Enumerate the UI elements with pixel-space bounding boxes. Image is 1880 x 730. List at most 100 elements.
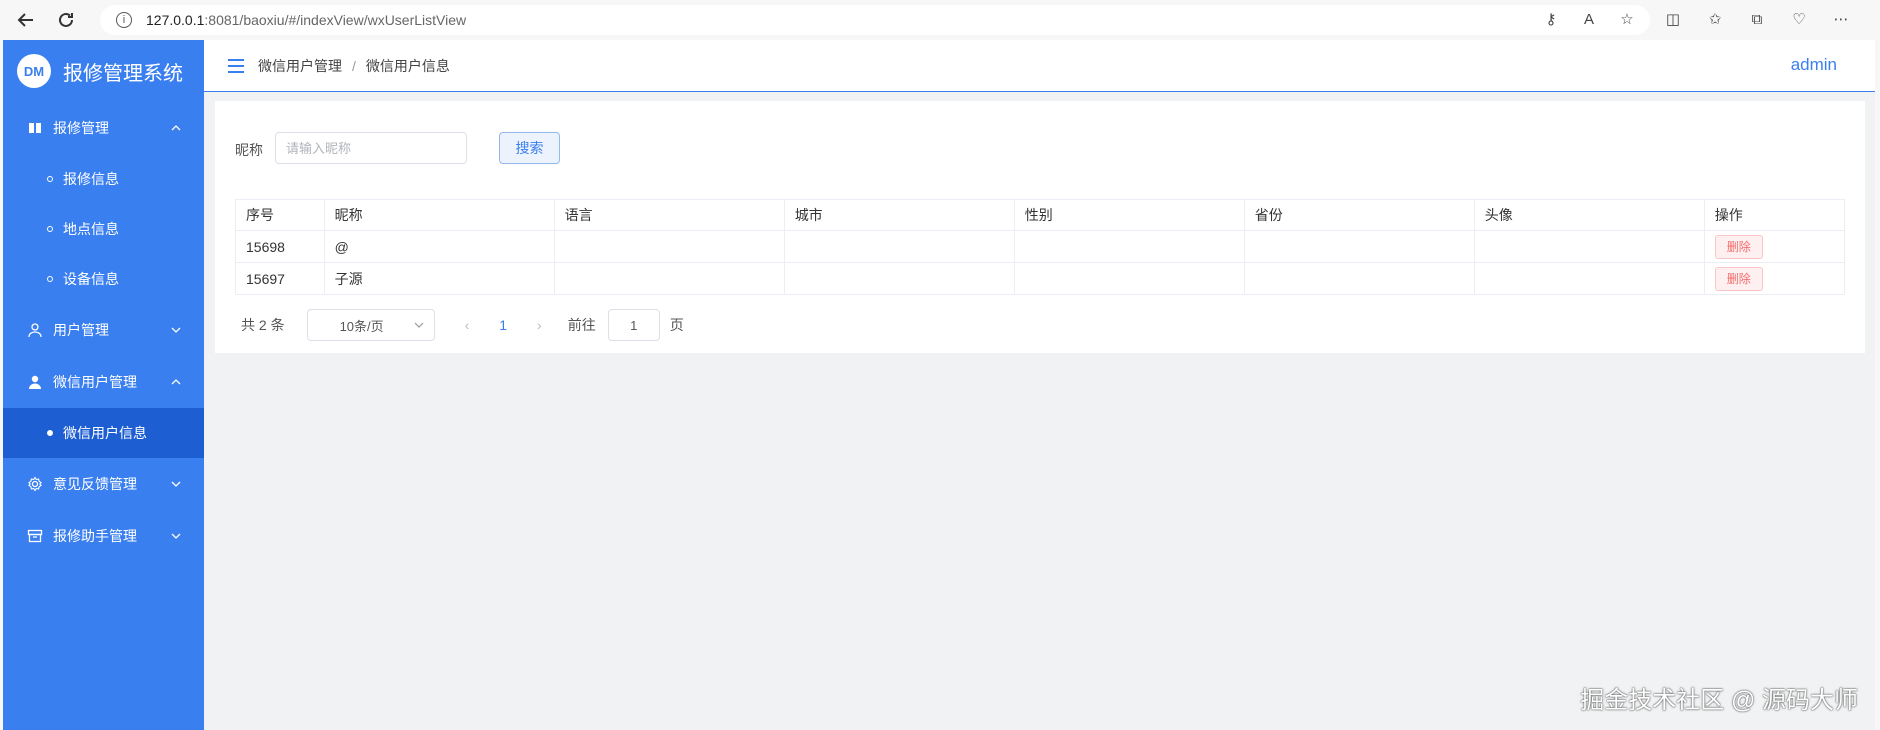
- dot-icon: [47, 226, 53, 232]
- hamburger-icon[interactable]: [228, 58, 244, 73]
- sidebar: DM 报修管理系统 报修管理 报修信息 地点信息 设备信息 用户管理 微信用户管…: [3, 40, 204, 730]
- column-header: 头像: [1473, 199, 1705, 231]
- table-row: 15698 @ 删除: [235, 230, 1846, 263]
- sidebar-item-label: 报修信息: [63, 171, 119, 187]
- chevron-down-icon: [171, 533, 181, 539]
- next-page-button[interactable]: ›: [537, 317, 542, 333]
- column-header: 操作: [1703, 199, 1846, 231]
- nickname-search-input[interactable]: [275, 132, 467, 164]
- app-title: 报修管理系统: [63, 62, 183, 85]
- refresh-button[interactable]: [52, 6, 80, 34]
- cell-avatar: [1473, 230, 1705, 263]
- goto-label: 前往: [567, 317, 596, 333]
- key-icon[interactable]: ⚷: [1542, 11, 1560, 29]
- cell-id: 15698: [235, 230, 325, 263]
- cell-action: 删除: [1703, 230, 1846, 263]
- box-icon: [27, 528, 43, 544]
- read-aloud-icon[interactable]: A: [1580, 11, 1598, 29]
- extension-icon[interactable]: ♡: [1790, 11, 1808, 29]
- logo-badge: DM: [17, 54, 51, 88]
- cell-city: [783, 230, 1015, 263]
- sidebar-item-label: 设备信息: [63, 271, 119, 287]
- column-header: 性别: [1013, 199, 1245, 231]
- menu-wechat-user-management[interactable]: 微信用户管理: [3, 356, 204, 408]
- delete-button[interactable]: 删除: [1714, 266, 1763, 291]
- search-label: 昵称: [235, 142, 263, 158]
- menu-feedback-management[interactable]: 意见反馈管理: [3, 458, 204, 510]
- arrow-left-icon: [17, 13, 33, 27]
- cell-avatar: [1473, 262, 1705, 295]
- cell-gender: [1013, 262, 1245, 295]
- cell-nickname: 子源: [323, 262, 555, 295]
- column-header: 昵称: [323, 199, 555, 231]
- menu-label: 用户管理: [53, 322, 109, 338]
- collections-icon[interactable]: ⧉: [1748, 11, 1766, 29]
- page-word: 页: [669, 317, 684, 333]
- user-menu[interactable]: admin: [1791, 55, 1837, 75]
- sidebar-item-device-info[interactable]: 设备信息: [3, 254, 204, 304]
- dot-icon: [47, 176, 53, 182]
- cell-province: [1243, 230, 1475, 263]
- goto-page-input[interactable]: [607, 309, 660, 341]
- menu-repair-management[interactable]: 报修管理: [3, 102, 204, 154]
- total-count: 共 2 条: [241, 317, 285, 333]
- cell-gender: [1013, 230, 1245, 263]
- breadcrumb-separator: /: [352, 57, 356, 74]
- star-icon[interactable]: ☆: [1618, 11, 1636, 29]
- menu-label: 意见反馈管理: [53, 476, 137, 492]
- table-header-row: 序号 昵称 语言 城市 性别 省份 头像 操作: [235, 199, 1846, 231]
- breadcrumb-current: 微信用户信息: [365, 57, 450, 74]
- menu-user-management[interactable]: 用户管理: [3, 304, 204, 356]
- dot-icon: [47, 276, 53, 282]
- cell-action: 删除: [1703, 262, 1846, 295]
- gear-icon: [27, 476, 43, 492]
- watermark: 掘金技术社区 @ 源码大师: [1580, 687, 1858, 714]
- browser-toolbar: i 127.0.0.1:8081/baoxiu/#/indexView/wxUs…: [0, 0, 1880, 40]
- book-icon: [27, 120, 43, 136]
- logo: DM 报修管理系统: [3, 40, 204, 102]
- page-size-select[interactable]: 10条/页: [306, 309, 435, 341]
- cell-province: [1243, 262, 1475, 295]
- cell-language: [553, 262, 785, 295]
- wechat-user-table: 序号 昵称 语言 城市 性别 省份 头像 操作 15698 @ 删除 15697…: [235, 199, 1846, 295]
- split-screen-icon[interactable]: ◫: [1664, 11, 1682, 29]
- address-bar[interactable]: i 127.0.0.1:8081/baoxiu/#/indexView/wxUs…: [100, 5, 1650, 35]
- main-card: 昵称 搜索 序号 昵称 语言 城市 性别 省份 头像 操作 15698 @: [215, 101, 1865, 353]
- sidebar-menu: 报修管理 报修信息 地点信息 设备信息 用户管理 微信用户管理 微信用户信息 意…: [3, 102, 204, 562]
- info-icon[interactable]: i: [116, 12, 132, 28]
- column-header: 城市: [783, 199, 1015, 231]
- chevron-down-icon: [171, 481, 181, 487]
- top-header: 微信用户管理 / 微信用户信息 admin: [204, 40, 1875, 92]
- column-header: 序号: [235, 199, 325, 231]
- breadcrumb-parent[interactable]: 微信用户管理: [258, 58, 342, 74]
- more-icon[interactable]: ⋯: [1832, 11, 1850, 29]
- chevron-down-icon: [171, 327, 181, 333]
- table-row: 15697 子源 删除: [235, 262, 1846, 295]
- menu-label: 报修管理: [53, 120, 109, 136]
- refresh-icon: [59, 12, 73, 27]
- user-icon: [27, 322, 43, 338]
- column-header: 语言: [553, 199, 785, 231]
- menu-label: 报修助手管理: [53, 528, 137, 544]
- cell-language: [553, 230, 785, 263]
- breadcrumb: 微信用户管理 / 微信用户信息: [258, 56, 450, 76]
- menu-assistant-management[interactable]: 报修助手管理: [3, 510, 204, 562]
- column-header: 省份: [1243, 199, 1475, 231]
- person-icon: [27, 374, 43, 390]
- dot-icon: [47, 430, 53, 436]
- url-text: 127.0.0.1:8081/baoxiu/#/indexView/wxUser…: [146, 12, 467, 28]
- sidebar-item-wechat-user-info[interactable]: 微信用户信息: [3, 408, 204, 458]
- prev-page-button[interactable]: ‹: [465, 317, 470, 333]
- search-button[interactable]: 搜索: [499, 132, 560, 164]
- delete-button[interactable]: 删除: [1714, 234, 1763, 259]
- chevron-up-icon: [171, 379, 181, 385]
- page-number[interactable]: 1: [499, 317, 507, 333]
- cell-id: 15697: [235, 262, 325, 295]
- sidebar-item-location-info[interactable]: 地点信息: [3, 204, 204, 254]
- cell-nickname: @: [323, 230, 555, 263]
- favorites-icon[interactable]: ✩: [1706, 11, 1724, 29]
- sidebar-item-repair-info[interactable]: 报修信息: [3, 154, 204, 204]
- pagination: 共 2 条 10条/页 ‹ 1 › 前往 页: [235, 309, 684, 341]
- sidebar-item-label: 地点信息: [63, 221, 119, 237]
- back-button[interactable]: [12, 6, 40, 34]
